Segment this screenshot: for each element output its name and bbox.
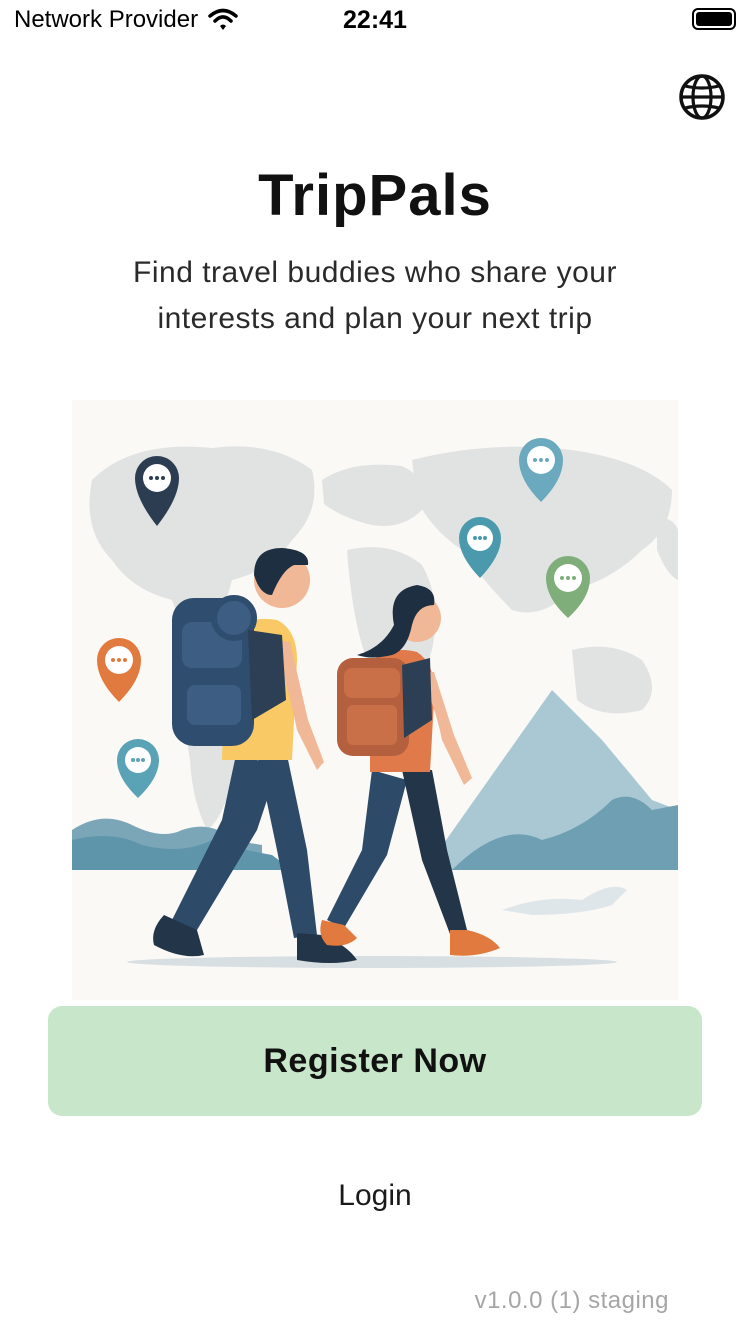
- map-pin-orange: [97, 638, 141, 702]
- login-link[interactable]: Login: [275, 1166, 475, 1226]
- battery-icon: [692, 8, 736, 30]
- language-button[interactable]: [677, 72, 727, 122]
- globe-icon: [679, 74, 725, 120]
- version-label: v1.0.0 (1) staging: [474, 1287, 669, 1314]
- hero-illustration: [72, 400, 678, 1000]
- app-subtitle: Find travel buddies who share your inter…: [133, 256, 617, 335]
- traveler-woman: [320, 585, 500, 956]
- app-title: TripPals: [258, 163, 492, 228]
- register-now-button[interactable]: Register Now: [48, 1006, 702, 1116]
- status-time: 22:41: [343, 6, 407, 34]
- map-pin-blue-bottom: [117, 739, 159, 798]
- traveler-man: [153, 548, 357, 963]
- status-bar: Network Provider 22:41: [0, 0, 750, 40]
- map-pin-green: [546, 556, 590, 618]
